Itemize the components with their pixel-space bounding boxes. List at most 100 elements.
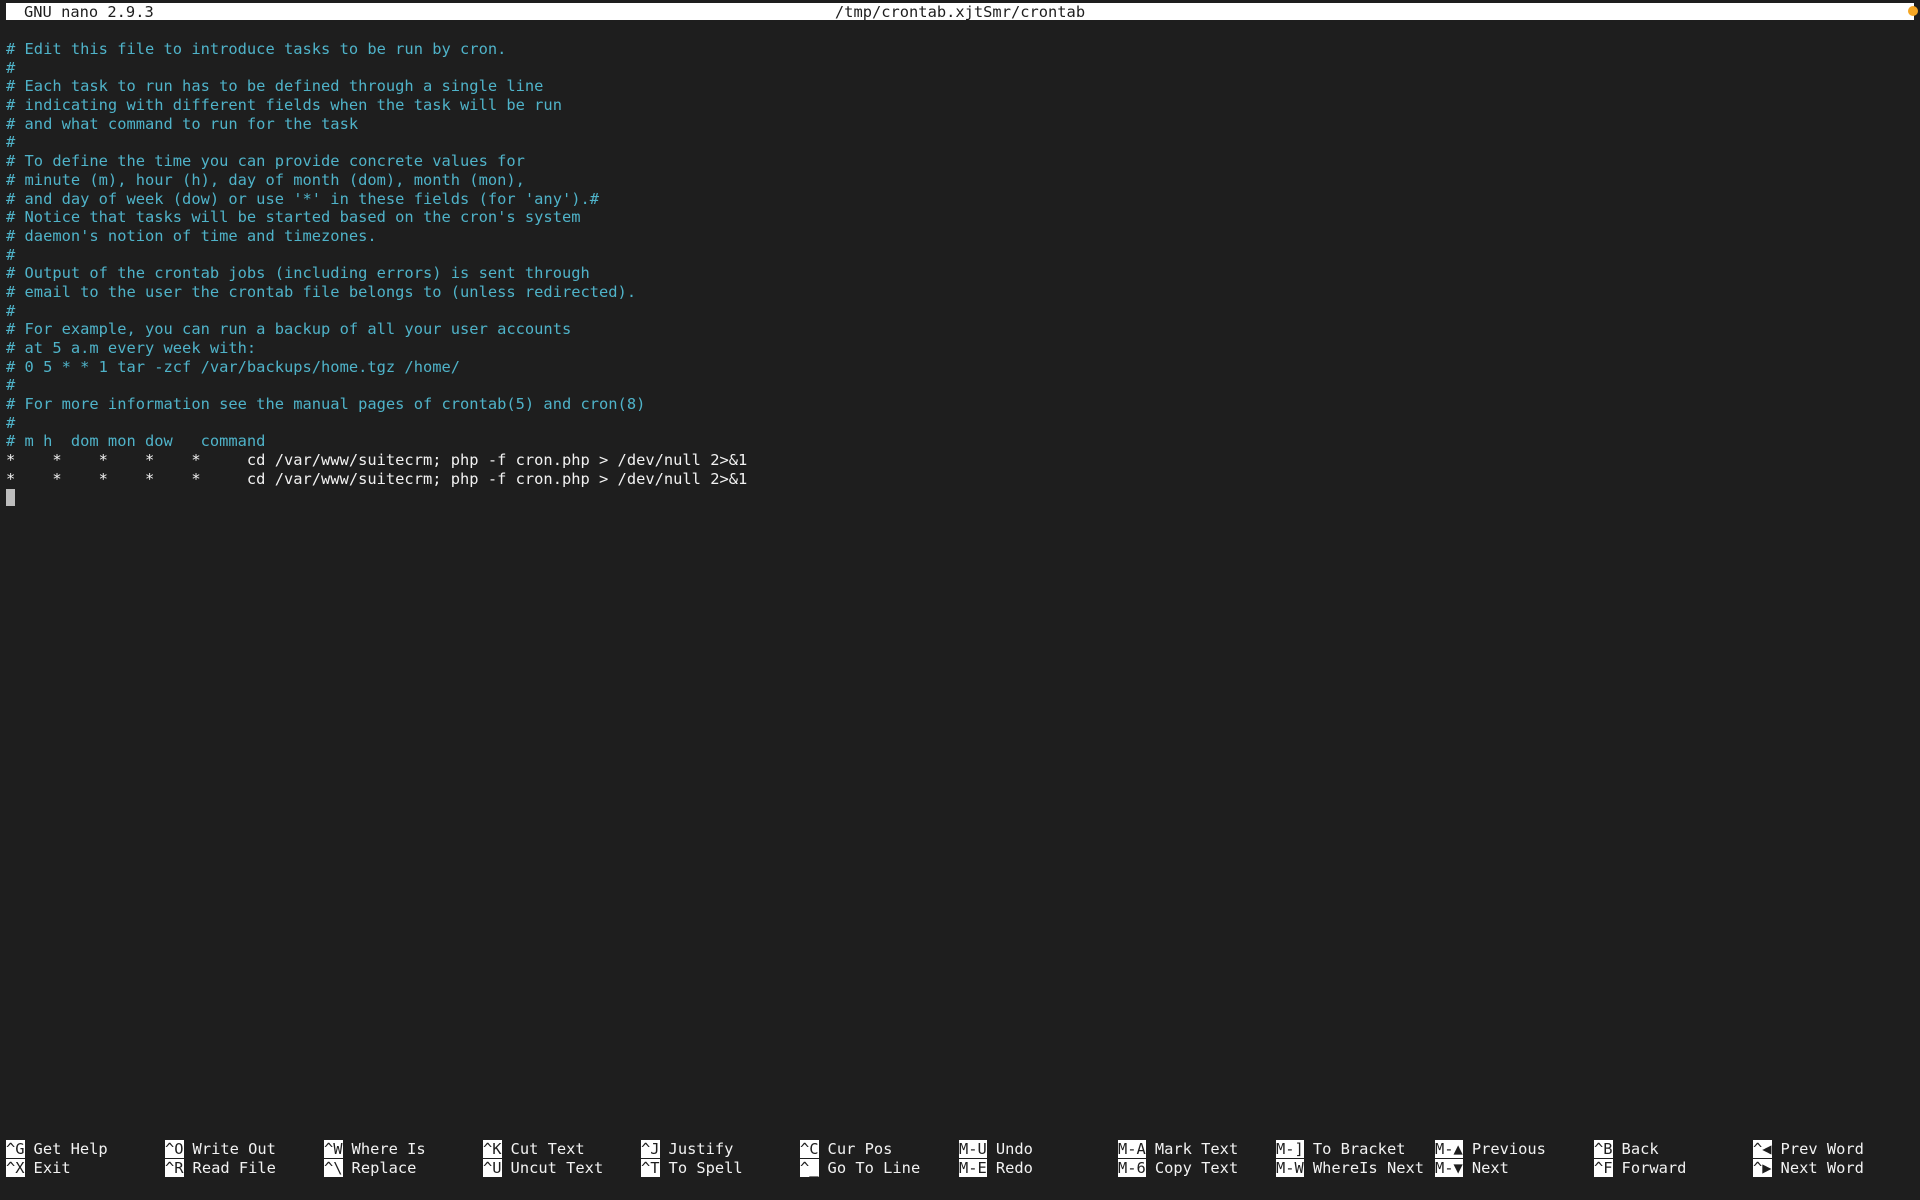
shortcut-next-word: ^▶ Next Word (1753, 1159, 1864, 1178)
shortcut-key: ^O (165, 1140, 184, 1158)
shortcut-label: Prev Word (1780, 1140, 1864, 1158)
shortcut-go-to-line: ^_ Go To Line (800, 1159, 920, 1178)
comment-line[interactable]: # and what command to run for the task (6, 115, 1906, 134)
shortcut-label: To Spell (668, 1159, 743, 1177)
shortcut-key: M-6 (1118, 1159, 1146, 1177)
editor-area[interactable]: # Edit this file to introduce tasks to b… (6, 40, 1906, 507)
comment-line[interactable]: # (6, 376, 1906, 395)
comment-line[interactable]: # (6, 246, 1906, 265)
shortcut-key: ^C (800, 1140, 819, 1158)
shortcut-label: Undo (995, 1140, 1033, 1158)
shortcut-read-file: ^R Read File (165, 1159, 276, 1178)
shortcut-key: ^F (1594, 1159, 1613, 1177)
shortcut-label: Copy Text (1154, 1159, 1239, 1177)
crontab-entry-line[interactable]: * * * * * cd /var/www/suitecrm; php -f c… (6, 451, 1906, 470)
comment-line[interactable]: # For example, you can run a backup of a… (6, 320, 1906, 339)
shortcut-key: ^B (1594, 1140, 1613, 1158)
status-dot-icon (1908, 6, 1918, 16)
comment-line[interactable]: # and day of week (dow) or use '*' in th… (6, 190, 1906, 209)
shortcut-justify: ^J Justify (641, 1140, 733, 1159)
shortcut-mark-text: M-A Mark Text (1118, 1140, 1238, 1159)
shortcut-key: ^T (641, 1159, 660, 1177)
shortcut-cur-pos: ^C Cur Pos (800, 1140, 892, 1159)
shortcut-key: ^X (6, 1159, 25, 1177)
shortcut-key: ^\ (324, 1159, 343, 1177)
shortcut-key: M-W (1276, 1159, 1304, 1177)
comment-line[interactable]: # (6, 133, 1906, 152)
shortcut-replace: ^\ Replace (324, 1159, 416, 1178)
shortcut-key: ^W (324, 1140, 343, 1158)
shortcut-uncut-text: ^U Uncut Text (483, 1159, 603, 1178)
shortcut-label: Cur Pos (827, 1140, 893, 1158)
comment-line[interactable]: # To define the time you can provide con… (6, 152, 1906, 171)
shortcut-forward: ^F Forward (1594, 1159, 1686, 1178)
crontab-entry-line[interactable]: * * * * * cd /var/www/suitecrm; php -f c… (6, 470, 1906, 489)
shortcut-label: Cut Text (510, 1140, 585, 1158)
shortcut-key: ^_ (800, 1159, 819, 1177)
shortcut-key: M-A (1118, 1140, 1146, 1158)
text-cursor (6, 488, 15, 506)
shortcut-label: Where Is (351, 1140, 426, 1158)
shortcut-key: ^R (165, 1159, 184, 1177)
comment-line[interactable]: # (6, 302, 1906, 321)
shortcut-label: Next (1471, 1159, 1509, 1177)
shortcut-to-spell: ^T To Spell (641, 1159, 743, 1178)
shortcut-key: ^U (483, 1159, 502, 1177)
shortcut-copy-text: M-6 Copy Text (1118, 1159, 1238, 1178)
shortcut-label: Mark Text (1154, 1140, 1239, 1158)
shortcut-key: M-▲ (1435, 1140, 1463, 1158)
shortcut-key: ^J (641, 1140, 660, 1158)
file-name: /tmp/crontab.xjtSmr/crontab (834, 3, 1086, 21)
shortcut-get-help: ^G Get Help (6, 1140, 108, 1159)
comment-line[interactable]: # m h dom mon dow command (6, 432, 1906, 451)
comment-line[interactable]: # email to the user the crontab file bel… (6, 283, 1906, 302)
shortcut-label: Write Out (192, 1140, 276, 1158)
shortcut-label: Read File (192, 1159, 276, 1177)
shortcut-prev-word: ^◀ Prev Word (1753, 1140, 1864, 1159)
shortcut-label: Next Word (1780, 1159, 1864, 1177)
shortcut-label: Exit (33, 1159, 71, 1177)
comment-line[interactable]: # Notice that tasks will be started base… (6, 208, 1906, 227)
comment-line[interactable]: # Each task to run has to be defined thr… (6, 77, 1906, 96)
shortcut-key: ^K (483, 1140, 502, 1158)
shortcut-key: ^◀ (1753, 1140, 1772, 1158)
shortcut-label: Previous (1471, 1140, 1546, 1158)
shortcut-cut-text: ^K Cut Text (483, 1140, 585, 1159)
shortcut-key: ^G (6, 1140, 25, 1158)
shortcut-exit: ^X Exit (6, 1159, 71, 1178)
shortcut-key: M-▼ (1435, 1159, 1463, 1177)
shortcut-label: Forward (1621, 1159, 1687, 1177)
shortcut-key: M-] (1276, 1140, 1304, 1158)
shortcut-to-bracket: M-] To Bracket (1276, 1140, 1405, 1159)
comment-line[interactable]: # daemon's notion of time and timezones. (6, 227, 1906, 246)
shortcut-label: WhereIs Next (1312, 1159, 1425, 1177)
comment-line[interactable]: # Output of the crontab jobs (including … (6, 264, 1906, 283)
shortcut-label: Replace (351, 1159, 417, 1177)
shortcut-key: M-E (959, 1159, 987, 1177)
shortcut-label: Get Help (33, 1140, 108, 1158)
shortcut-where-is: ^W Where Is (324, 1140, 426, 1159)
comment-line[interactable]: # (6, 59, 1906, 78)
shortcut-back: ^B Back (1594, 1140, 1659, 1159)
shortcut-label: Uncut Text (510, 1159, 604, 1177)
comment-line[interactable]: # Edit this file to introduce tasks to b… (6, 40, 1906, 59)
comment-line[interactable]: # 0 5 * * 1 tar -zcf /var/backups/home.t… (6, 358, 1906, 377)
shortcut-label: Justify (668, 1140, 734, 1158)
shortcut-whereis-next: M-W WhereIs Next (1276, 1159, 1424, 1178)
shortcut-previous: M-▲ Previous (1435, 1140, 1546, 1159)
comment-line[interactable]: # minute (m), hour (h), day of month (do… (6, 171, 1906, 190)
shortcut-key: M-U (959, 1140, 987, 1158)
shortcut-write-out: ^O Write Out (165, 1140, 276, 1159)
cursor-line[interactable] (6, 488, 1906, 508)
comment-line[interactable]: # For more information see the manual pa… (6, 395, 1906, 414)
shortcut-redo: M-E Redo (959, 1159, 1033, 1178)
shortcut-label: Go To Line (827, 1159, 921, 1177)
title-bar: GNU nano 2.9.3 /tmp/crontab.xjtSmr/cront… (6, 3, 1918, 21)
shortcut-undo: M-U Undo (959, 1140, 1033, 1159)
shortcut-label: Redo (995, 1159, 1033, 1177)
shortcut-label: Back (1621, 1140, 1659, 1158)
shortcut-key: ^▶ (1753, 1159, 1772, 1177)
comment-line[interactable]: # indicating with different fields when … (6, 96, 1906, 115)
comment-line[interactable]: # at 5 a.m every week with: (6, 339, 1906, 358)
comment-line[interactable]: # (6, 414, 1906, 433)
